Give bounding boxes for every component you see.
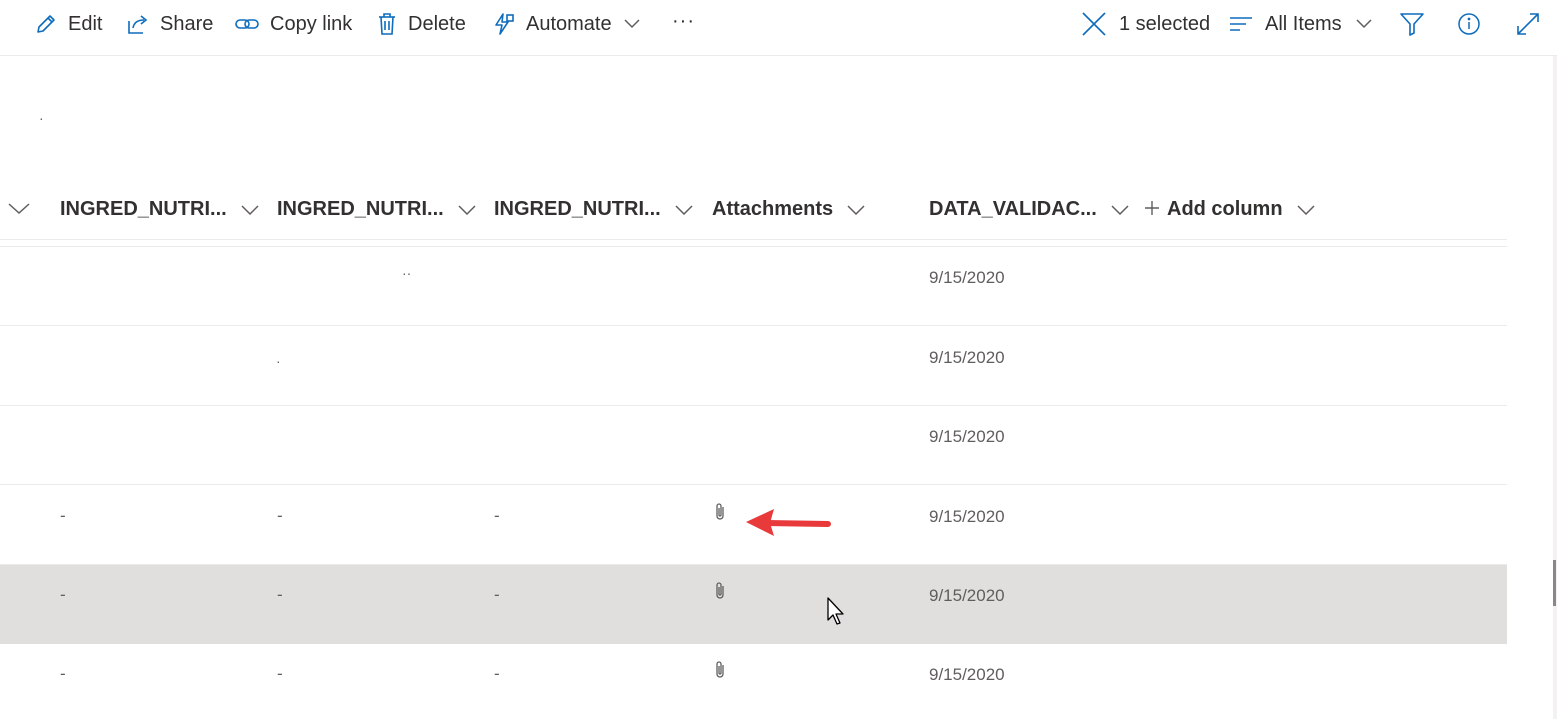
edit-label: Edit	[68, 12, 103, 35]
view-label: All Items	[1265, 12, 1342, 35]
filter-icon	[1399, 11, 1425, 37]
share-button[interactable]: Share	[126, 9, 213, 39]
command-bar: Edit Share Copy link Delete Automate ···…	[0, 0, 1557, 56]
column-header-data-validac[interactable]: DATA_VALIDAC...	[929, 190, 1129, 228]
chevron-down-icon	[675, 198, 693, 221]
paperclip-icon[interactable]	[714, 660, 726, 685]
flash-icon	[492, 12, 516, 36]
column-header-ingred-1[interactable]: INGRED_NUTRI...	[60, 190, 259, 228]
share-icon	[126, 12, 150, 36]
chevron-down-icon	[1356, 19, 1372, 29]
expand-button[interactable]	[1516, 9, 1540, 39]
close-icon	[1081, 11, 1107, 37]
info-icon	[1457, 12, 1481, 36]
stray-dot: ·	[39, 110, 44, 126]
column-header-label: Attachments	[712, 197, 834, 220]
column-header-label: INGRED_NUTRI...	[494, 197, 661, 220]
automate-button[interactable]: Automate	[492, 9, 640, 39]
cell-ingred-1: -	[60, 506, 66, 525]
chevron-down-icon	[8, 198, 30, 221]
red-arrow-icon	[744, 507, 832, 542]
more-label: ···	[672, 9, 695, 32]
cell-date: 9/15/2020	[929, 268, 1005, 287]
chevron-down-icon	[847, 198, 865, 221]
automate-label: Automate	[526, 12, 612, 35]
chevron-down-icon	[624, 19, 640, 29]
more-button[interactable]: ···	[672, 6, 695, 36]
chevron-down-icon	[1297, 198, 1315, 221]
column-header-chevron[interactable]	[8, 190, 30, 228]
link-icon	[234, 12, 260, 36]
table-row[interactable]: · 9/15/2020	[0, 327, 1507, 406]
view-selector[interactable]: All Items	[1229, 9, 1372, 39]
cell-date: 9/15/2020	[929, 665, 1005, 684]
filter-button[interactable]	[1399, 9, 1425, 39]
column-header-label: DATA_VALIDAC...	[929, 197, 1097, 220]
copy-link-button[interactable]: Copy link	[234, 9, 352, 39]
table-row[interactable]: - - - 9/15/2020	[0, 644, 1507, 723]
cell-date: 9/15/2020	[929, 507, 1005, 526]
list-icon	[1229, 14, 1253, 34]
mouse-pointer-icon	[826, 596, 846, 631]
delete-label: Delete	[408, 12, 466, 35]
stray-dot: ·	[276, 353, 281, 369]
cell-ingred-2: -	[277, 664, 283, 683]
vertical-scrollbar[interactable]	[1553, 56, 1557, 719]
plus-icon	[1145, 198, 1159, 221]
paperclip-icon[interactable]	[714, 502, 726, 527]
column-header-ingred-3[interactable]: INGRED_NUTRI...	[494, 190, 693, 228]
header-divider	[0, 239, 1507, 240]
cell-ingred-3: -	[494, 585, 500, 604]
column-header-ingred-2[interactable]: INGRED_NUTRI...	[277, 190, 476, 228]
column-header-label: INGRED_NUTRI...	[277, 197, 444, 220]
clear-selection-button[interactable]: 1 selected	[1081, 9, 1210, 39]
selection-count: 1 selected	[1119, 12, 1211, 35]
cell-ingred-1: -	[60, 585, 66, 604]
cell-ingred-2: -	[277, 585, 283, 604]
table-row-selected[interactable]: - - - 9/15/2020	[0, 565, 1507, 644]
scrollbar-thumb[interactable]	[1553, 560, 1556, 606]
trash-icon	[376, 12, 398, 36]
delete-button[interactable]: Delete	[376, 9, 466, 39]
expand-icon	[1516, 12, 1540, 36]
cell-date: 9/15/2020	[929, 348, 1005, 367]
column-header-attachments[interactable]: Attachments	[712, 190, 865, 228]
column-header-label: INGRED_NUTRI...	[60, 197, 227, 220]
table-row[interactable]: ·· 9/15/2020	[0, 247, 1507, 326]
cell-ingred-1: -	[60, 664, 66, 683]
chevron-down-icon	[241, 198, 259, 221]
copy-link-label: Copy link	[270, 12, 353, 35]
table-row[interactable]: - - - 9/15/2020	[0, 486, 1507, 565]
table-row[interactable]: 9/15/2020	[0, 406, 1507, 485]
cell-date: 9/15/2020	[929, 586, 1005, 605]
cell-date: 9/15/2020	[929, 427, 1005, 446]
cell-ingred-2: -	[277, 506, 283, 525]
edit-button[interactable]: Edit	[34, 9, 102, 39]
info-button[interactable]	[1457, 9, 1481, 39]
pencil-icon	[34, 12, 58, 36]
add-column-label: Add column	[1167, 197, 1283, 220]
cell-ingred-3: -	[494, 506, 500, 525]
cell-ingred-3: -	[494, 664, 500, 683]
chevron-down-icon	[458, 198, 476, 221]
add-column-button[interactable]: Add column	[1145, 190, 1315, 228]
chevron-down-icon	[1111, 198, 1129, 221]
share-label: Share	[160, 12, 214, 35]
paperclip-icon[interactable]	[714, 581, 726, 606]
stray-dots: ··	[402, 265, 412, 281]
